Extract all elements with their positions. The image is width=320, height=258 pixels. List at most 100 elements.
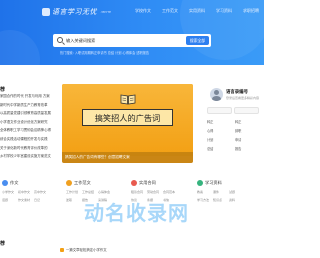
- hot-searches[interactable]: 热门搜索: 入职试用期转正申请书 总结 计划 心得体会 述职报告: [60, 50, 149, 55]
- category-links: 租赁合同 劳动合同 合同范本 协议 条据 书信: [131, 190, 177, 202]
- site-logo[interactable]: 语言学习无忧 ·3MYTE: [42, 7, 111, 17]
- category-label: 实用合同: [139, 180, 156, 185]
- category-link[interactable]: 工作计划: [66, 190, 80, 194]
- category-link[interactable]: 工作总结: [82, 190, 96, 194]
- user-links: 转正 转正 心得 辞职 计划 申请 总结 报告: [207, 119, 264, 155]
- nav-item[interactable]: 学习资料: [216, 8, 232, 14]
- nav-item[interactable]: 实用资料: [189, 8, 205, 14]
- top-navigation: 学校作文 工作范文 实用资料 学习资料 求职招聘: [135, 8, 259, 14]
- contract-icon: [131, 180, 137, 186]
- user-link[interactable]: 辞职: [235, 128, 263, 137]
- book-icon: [197, 180, 203, 186]
- category-link[interactable]: 小学作文: [2, 190, 16, 194]
- user-links-row: 转正 转正: [207, 119, 264, 128]
- featured-banner[interactable]: 搞笑招人的广告词 搞笑招人的广告词有哪些？创意招聘文案: [62, 84, 193, 163]
- category-link[interactable]: 课件: [213, 190, 227, 194]
- category-link[interactable]: 演讲稿: [98, 198, 112, 202]
- list-item[interactable]: 全体教职工学习贯彻会议精神心得: [0, 127, 58, 136]
- category-section: 作文 小学作文 初中作文 高中作文 话题 作文素材 日记 工作范文 工作计划 工…: [0, 180, 264, 220]
- category-link[interactable]: 日记: [34, 198, 48, 202]
- category-link[interactable]: 条据: [147, 198, 161, 202]
- category-link[interactable]: 知识点: [213, 198, 227, 202]
- pen-icon: [2, 180, 8, 186]
- search-box: 搜索全部: [53, 34, 211, 47]
- category-link[interactable]: 高中作文: [34, 190, 48, 194]
- category-link[interactable]: 资料: [229, 198, 243, 202]
- category-links: 小学作文 初中作文 高中作文 话题 作文素材 日记: [2, 190, 48, 202]
- nav-item[interactable]: 学校作文: [135, 8, 151, 14]
- category-link[interactable]: 话题: [2, 198, 16, 202]
- category-links: 教案 课件 试题 学习方法 知识点 资料: [197, 190, 243, 202]
- user-actions: [207, 107, 259, 114]
- list-item[interactable]: 小学语文作业设计优化方案研究: [0, 119, 58, 128]
- user-name: 语言录编号: [226, 90, 248, 95]
- category-link[interactable]: 书信: [163, 198, 177, 202]
- category-label: 作文: [10, 180, 19, 185]
- list-item[interactable]: 乡村学校少年宫建设实施方案范文: [0, 153, 58, 162]
- recommended-list: 家园合作的时代 开发与利用 方案 新时代中学新质生产力教育改革 以高质量党建引领…: [0, 93, 58, 162]
- category-header[interactable]: 工作范文: [66, 180, 112, 186]
- category-study: 学习资料 教案 课件 试题 学习方法 知识点 资料: [197, 180, 243, 220]
- avatar[interactable]: [210, 88, 223, 101]
- category-header[interactable]: 实用合同: [131, 180, 177, 186]
- category-link[interactable]: 心得体会: [98, 190, 112, 194]
- user-link[interactable]: 申请: [235, 137, 263, 146]
- user-card: 语言录编号 登录后查看更多精彩内容 转正 转正 心得 辞职 计划 申请 总结 报…: [204, 84, 264, 164]
- register-button[interactable]: [234, 107, 259, 114]
- category-contract: 实用合同 租赁合同 劳动合同 合同范本 协议 条据 书信: [131, 180, 177, 220]
- user-link[interactable]: 报告: [235, 146, 263, 155]
- user-subtitle: 登录后查看更多精彩内容: [226, 96, 260, 100]
- logo-tag: ·3MYTE: [100, 10, 112, 14]
- category-label: 学习资料: [205, 180, 222, 185]
- category-writing: 作文 小学作文 初中作文 高中作文 话题 作文素材 日记: [2, 180, 48, 220]
- category-header[interactable]: 学习资料: [197, 180, 243, 186]
- category-links: 工作计划 工作总结 心得体会 述职 报告 演讲稿: [66, 190, 112, 202]
- list-item[interactable]: 综合实践活动课程的开发与实践: [0, 136, 58, 145]
- user-links-row: 计划 申请: [207, 137, 264, 146]
- category-link[interactable]: 租赁合同: [131, 190, 145, 194]
- category-link[interactable]: 协议: [131, 198, 145, 202]
- list-item[interactable]: 新时代中学新质生产力教育改革: [0, 102, 58, 111]
- user-link[interactable]: 转正: [235, 119, 263, 128]
- nav-item[interactable]: 求职招聘: [243, 8, 259, 14]
- logo-icon: [42, 8, 50, 16]
- user-link[interactable]: 总结: [207, 146, 235, 155]
- header: 语言学习无忧 ·3MYTE 学校作文 工作范文 实用资料 学习资料 求职招聘 搜…: [0, 0, 264, 65]
- search-icon: [57, 37, 63, 43]
- category-label: 工作范文: [74, 180, 91, 185]
- category-link[interactable]: 初中作文: [18, 190, 32, 194]
- section-title: 荐: [0, 241, 6, 247]
- nav-item[interactable]: 工作范文: [162, 8, 178, 14]
- banner-title: 搞笑招人的广告词: [82, 109, 173, 126]
- category-link[interactable]: 试题: [229, 190, 243, 194]
- bottom-list-item[interactable]: 一篇文章轻松搞定小学作文: [60, 247, 107, 252]
- category-link[interactable]: 学习方法: [197, 198, 211, 202]
- bullet-icon: [60, 247, 64, 252]
- bottom-item-text: 一篇文章轻松搞定小学作文: [66, 248, 107, 252]
- category-link[interactable]: 述职: [66, 198, 80, 202]
- search-button[interactable]: 搜索全部: [186, 36, 209, 45]
- list-item[interactable]: 以高质量党建引领教育高质量发展: [0, 110, 58, 119]
- category-link[interactable]: 作文素材: [18, 198, 32, 202]
- avatar-body: [212, 96, 221, 101]
- category-link[interactable]: 教案: [197, 190, 211, 194]
- book-icon: [120, 94, 136, 105]
- category-link[interactable]: 合同范本: [163, 190, 177, 194]
- category-link[interactable]: 报告: [82, 198, 96, 202]
- search-input[interactable]: [66, 36, 166, 45]
- user-links-row: 总结 报告: [207, 146, 264, 155]
- category-header[interactable]: 作文: [2, 180, 48, 186]
- list-item[interactable]: 家园合作的时代 开发与利用 方案: [0, 93, 58, 102]
- header-decoration: [0, 30, 40, 65]
- user-links-row: 心得 辞职: [207, 128, 264, 137]
- login-button[interactable]: [207, 107, 232, 114]
- logo-text: 语言学习无忧: [52, 8, 97, 16]
- avatar-head: [214, 90, 219, 95]
- user-link[interactable]: 计划: [207, 137, 235, 146]
- user-link[interactable]: 心得: [207, 128, 235, 137]
- list-item[interactable]: 关于深化新时代教育评价改革的: [0, 145, 58, 154]
- category-work: 工作范文 工作计划 工作总结 心得体会 述职 报告 演讲稿: [66, 180, 112, 220]
- briefcase-icon: [66, 180, 72, 186]
- category-link[interactable]: 劳动合同: [147, 190, 161, 194]
- user-link[interactable]: 转正: [207, 119, 235, 128]
